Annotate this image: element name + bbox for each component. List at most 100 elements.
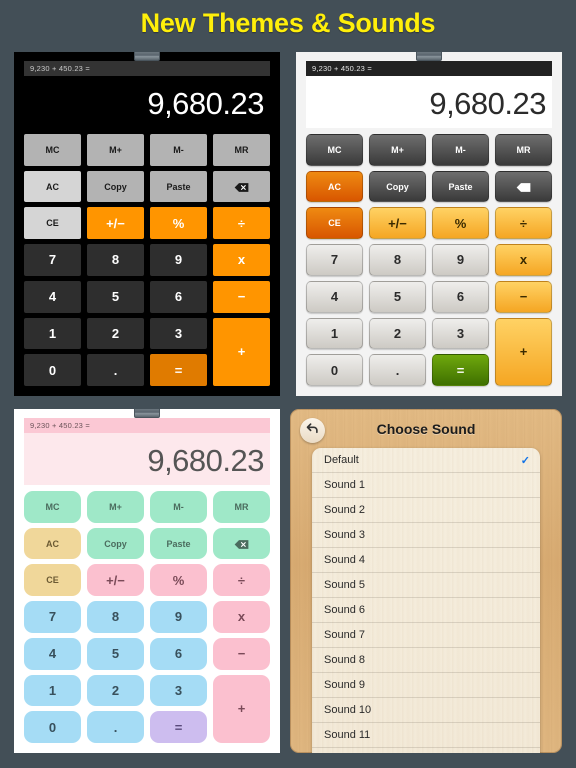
sound-list-item[interactable]: Sound 7	[312, 623, 540, 648]
digit-7-button[interactable]: 7	[306, 244, 363, 276]
digit-2-button[interactable]: 2	[87, 674, 144, 707]
digit-6-button[interactable]: 6	[150, 280, 207, 313]
sound-list[interactable]: Default ✓ Sound 1 Sound 2 Sound 3 Sound 4 Soun…	[312, 448, 540, 753]
digit-0-button[interactable]: 0	[306, 354, 363, 386]
all-clear-button[interactable]: AC	[24, 170, 81, 203]
multiply-button[interactable]: x	[213, 601, 270, 633]
sign-toggle-button[interactable]: +/−	[369, 207, 426, 240]
sign-toggle-button[interactable]: +/−	[87, 207, 144, 240]
memory-subtract-button[interactable]: M-	[150, 491, 207, 523]
sound-list-item[interactable]: Default ✓	[312, 448, 540, 473]
decimal-point-button[interactable]: .	[369, 354, 426, 386]
digit-3-button[interactable]: 3	[150, 317, 207, 350]
backspace-icon-button[interactable]	[213, 527, 270, 560]
sound-list-item[interactable]: Sound 11	[312, 723, 540, 748]
digit-7-button[interactable]: 7	[24, 244, 81, 276]
digit-0-button[interactable]: 0	[24, 711, 81, 743]
key-label: AC	[46, 181, 59, 192]
digit-9-button[interactable]: 9	[150, 244, 207, 276]
digit-8-button[interactable]: 8	[369, 244, 426, 276]
digit-6-button[interactable]: 6	[150, 637, 207, 670]
digit-1-button[interactable]: 1	[24, 674, 81, 707]
digit-4-button[interactable]: 4	[24, 280, 81, 313]
memory-subtract-button[interactable]: M-	[150, 134, 207, 166]
equals-button[interactable]: =	[432, 354, 489, 386]
divide-button[interactable]: ÷	[213, 564, 270, 597]
equals-button[interactable]: =	[150, 711, 207, 743]
clear-entry-button[interactable]: CE	[24, 207, 81, 240]
digit-5-button[interactable]: 5	[87, 637, 144, 670]
equals-button[interactable]: =	[150, 354, 207, 386]
memory-clear-button[interactable]: MC	[306, 134, 363, 166]
percent-button[interactable]: %	[150, 564, 207, 597]
digit-0-button[interactable]: 0	[24, 354, 81, 386]
add-button[interactable]: +	[213, 674, 270, 743]
add-button[interactable]: +	[213, 317, 270, 386]
percent-button[interactable]: %	[432, 207, 489, 240]
digit-4-button[interactable]: 4	[306, 280, 363, 313]
digit-4-button[interactable]: 4	[24, 637, 81, 670]
digit-1-button[interactable]: 1	[306, 317, 363, 350]
paste-button[interactable]: Paste	[150, 170, 207, 203]
memory-clear-button[interactable]: MC	[24, 134, 81, 166]
sound-list-item[interactable]: Sound 6	[312, 598, 540, 623]
sound-list-item[interactable]: Sound 1	[312, 473, 540, 498]
decimal-point-button[interactable]: .	[87, 711, 144, 743]
paste-button[interactable]: Paste	[150, 527, 207, 560]
sound-list-item[interactable]: Sound 4	[312, 548, 540, 573]
light-theme-calculator[interactable]: 9,230 + 450.23 = 9,680.23 MC M+ M- MR AC Copy…	[296, 52, 562, 396]
divide-button[interactable]: ÷	[495, 207, 552, 240]
memory-clear-button[interactable]: MC	[24, 491, 81, 523]
subtract-button[interactable]: −	[213, 280, 270, 313]
backspace-icon-button[interactable]	[495, 170, 552, 203]
sound-list-item[interactable]: Sound 2	[312, 498, 540, 523]
multiply-button[interactable]: x	[213, 244, 270, 276]
subtract-button[interactable]: −	[213, 637, 270, 670]
subtract-button[interactable]: −	[495, 280, 552, 313]
sound-list-item[interactable]: Sound 8	[312, 648, 540, 673]
digit-3-button[interactable]: 3	[432, 317, 489, 350]
key-label: Copy	[386, 181, 409, 192]
digit-6-button[interactable]: 6	[432, 280, 489, 313]
dark-theme-calculator[interactable]: 9,230 + 450.23 = 9,680.23 MC M+ M- MR AC Copy…	[14, 52, 280, 396]
backspace-icon-button[interactable]	[213, 170, 270, 203]
digit-8-button[interactable]: 8	[87, 244, 144, 276]
memory-recall-button[interactable]: MR	[495, 134, 552, 166]
copy-button[interactable]: Copy	[87, 527, 144, 560]
key-label: 8	[111, 609, 120, 625]
divide-button[interactable]: ÷	[213, 207, 270, 240]
memory-add-button[interactable]: M+	[87, 134, 144, 166]
sign-toggle-button[interactable]: +/−	[87, 564, 144, 597]
memory-recall-button[interactable]: MR	[213, 491, 270, 523]
digit-3-button[interactable]: 3	[150, 674, 207, 707]
copy-button[interactable]: Copy	[369, 170, 426, 203]
digit-2-button[interactable]: 2	[369, 317, 426, 350]
sound-list-item[interactable]: Sound 9	[312, 673, 540, 698]
digit-2-button[interactable]: 2	[87, 317, 144, 350]
digit-1-button[interactable]: 1	[24, 317, 81, 350]
digit-8-button[interactable]: 8	[87, 601, 144, 633]
percent-button[interactable]: %	[150, 207, 207, 240]
digit-5-button[interactable]: 5	[369, 280, 426, 313]
pastel-theme-calculator[interactable]: 9,230 + 450.23 = 9,680.23 MC M+ M- MR AC Copy…	[14, 409, 280, 753]
memory-add-button[interactable]: M+	[87, 491, 144, 523]
digit-9-button[interactable]: 9	[432, 244, 489, 276]
paste-button[interactable]: Paste	[432, 170, 489, 203]
copy-button[interactable]: Copy	[87, 170, 144, 203]
digit-7-button[interactable]: 7	[24, 601, 81, 633]
all-clear-button[interactable]: AC	[306, 170, 363, 203]
memory-add-button[interactable]: M+	[369, 134, 426, 166]
digit-5-button[interactable]: 5	[87, 280, 144, 313]
multiply-button[interactable]: x	[495, 244, 552, 276]
clear-entry-button[interactable]: CE	[24, 564, 81, 597]
sound-list-item[interactable]: Sound 3	[312, 523, 540, 548]
memory-subtract-button[interactable]: M-	[432, 134, 489, 166]
add-button[interactable]: +	[495, 317, 552, 386]
digit-9-button[interactable]: 9	[150, 601, 207, 633]
clear-entry-button[interactable]: CE	[306, 207, 363, 240]
decimal-point-button[interactable]: .	[87, 354, 144, 386]
sound-list-item[interactable]: Sound 5	[312, 573, 540, 598]
sound-list-item[interactable]: Sound 10	[312, 698, 540, 723]
all-clear-button[interactable]: AC	[24, 527, 81, 560]
memory-recall-button[interactable]: MR	[213, 134, 270, 166]
